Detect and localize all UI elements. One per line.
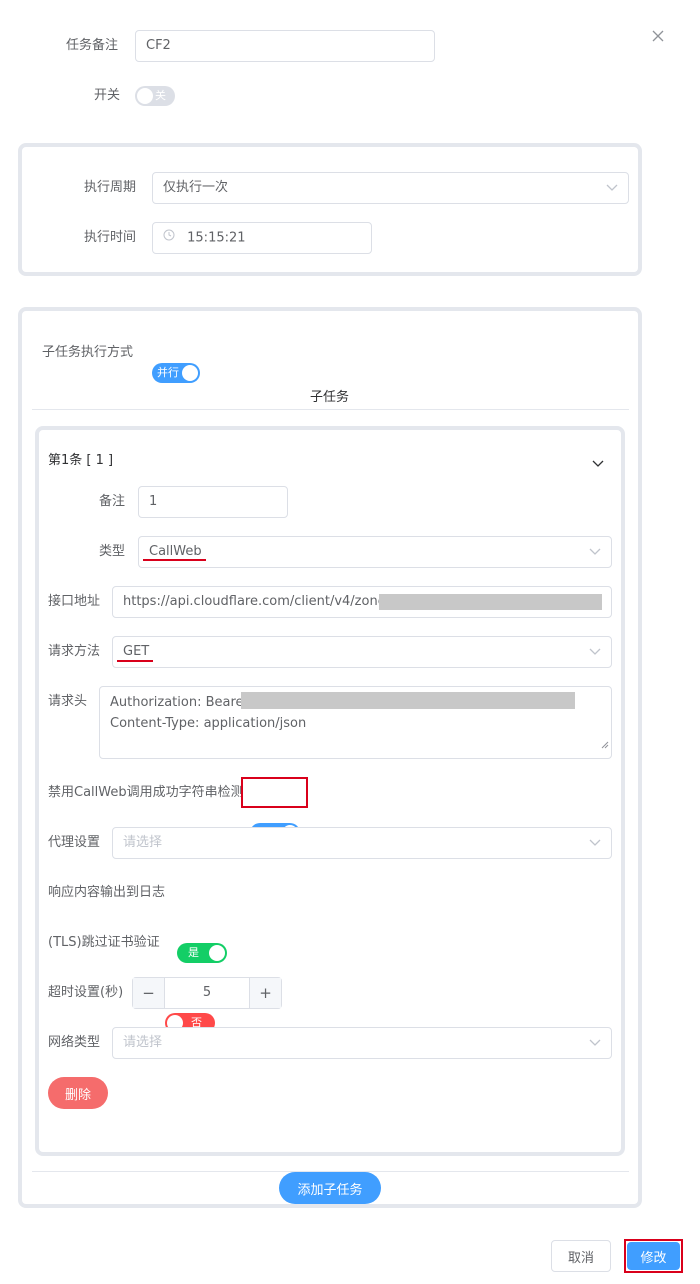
chevron-down-icon[interactable] [592,457,604,472]
subtask-title: 子任务 [310,390,350,405]
mode-label: 子任务执行方式 [42,345,134,360]
network-label: 网络类型 [48,1035,101,1050]
tls-label: (TLS)跳过证书验证 [48,935,160,950]
chevron-down-icon [589,637,601,667]
method-label: 请求方法 [48,644,101,659]
timeout-plus-button[interactable]: + [249,978,281,1008]
type-underline [143,559,206,561]
proxy-select[interactable]: 请选择 [112,827,612,859]
switch-label: 开关 [94,88,121,103]
enable-switch[interactable]: 关 [135,86,175,106]
url-redacted [379,594,602,610]
schedule-panel [18,143,642,276]
title-divider [32,409,629,410]
timeout-input[interactable]: 5 [165,978,249,1008]
item-header[interactable]: 第1条 [ 1 ] [48,451,113,471]
switch-text: 关 [155,89,166,102]
proxy-placeholder: 请选择 [123,835,163,850]
type-select[interactable]: CallWeb [138,536,612,568]
period-label: 执行周期 [84,180,137,195]
period-select[interactable]: 仅执行一次 [152,172,629,204]
time-label: 执行时间 [84,230,137,245]
proxy-label: 代理设置 [48,835,101,850]
mode-knob [182,365,198,381]
log-knob [209,945,225,961]
chevron-down-icon [589,1028,601,1058]
token-redacted [241,692,575,709]
chevron-down-icon [589,537,601,567]
type-value: CallWeb [149,544,202,559]
item-remark-input[interactable]: 1 [138,486,288,518]
network-select[interactable]: 请选择 [112,1027,612,1059]
resize-handle[interactable] [601,735,609,756]
chevron-down-icon [606,173,618,203]
type-label: 类型 [99,544,126,559]
remark-input[interactable]: CF2 [135,30,435,62]
minus-icon: − [142,984,155,1002]
method-underline [117,660,153,662]
remark-label: 任务备注 [66,38,119,53]
mode-switch[interactable]: 并行 [152,363,200,383]
timeout-label: 超时设置(秒) [48,985,124,1000]
headers-line-2: Content-Type: application/json [110,716,307,731]
plus-icon: + [259,984,272,1002]
clock-icon [163,223,175,253]
add-subtask-button[interactable]: 添加子任务 [279,1172,381,1204]
delete-button[interactable]: 删除 [48,1077,108,1109]
url-label: 接口地址 [48,594,101,609]
remark-value: CF2 [146,38,171,53]
item-remark-label: 备注 [99,494,126,509]
cancel-button[interactable]: 取消 [551,1240,611,1272]
url-value: https://api.cloudflare.com/client/v4/zon… [123,594,397,609]
switch-knob [137,88,153,104]
time-picker[interactable]: 15:15:21 [152,222,372,254]
method-value: GET [123,644,150,659]
headers-label: 请求头 [48,694,88,709]
log-text: 是 [188,946,199,959]
disable-check-label: 禁用CallWeb调用成功字符串检测 [48,785,244,800]
log-label: 响应内容输出到日志 [48,885,166,900]
period-value: 仅执行一次 [163,180,229,195]
network-placeholder: 请选择 [123,1035,163,1050]
method-select[interactable]: GET [112,636,612,668]
close-icon[interactable] [651,29,665,43]
chevron-down-icon [589,828,601,858]
timeout-stepper: − 5 + [132,977,282,1009]
item-remark-value: 1 [149,494,158,509]
highlight-box [241,777,308,808]
timeout-value: 5 [202,985,212,1000]
timeout-minus-button[interactable]: − [133,978,165,1008]
mode-text: 并行 [157,366,179,379]
submit-button[interactable]: 修改 [627,1242,680,1270]
log-switch[interactable]: 是 [177,943,227,963]
time-value: 15:15:21 [187,230,246,246]
